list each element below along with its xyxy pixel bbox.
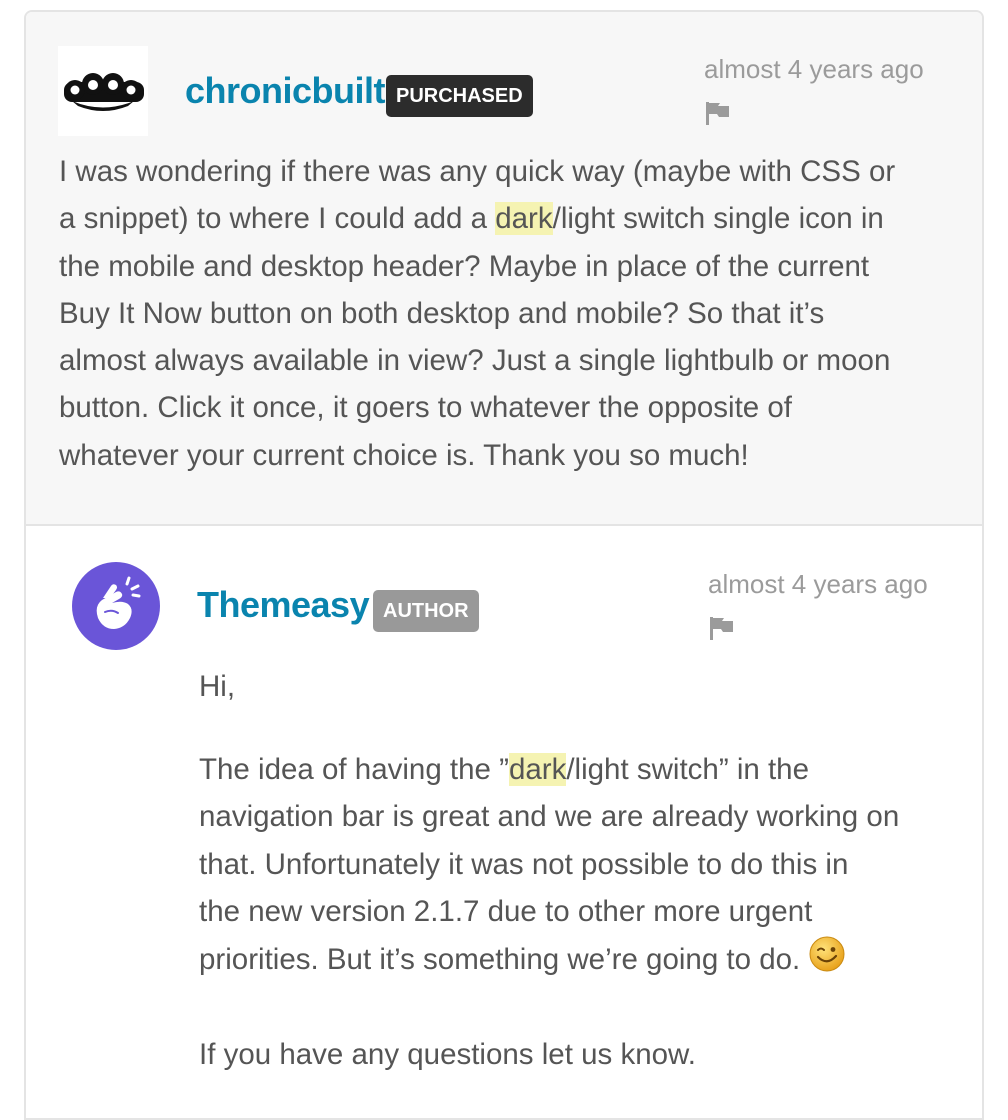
reply-body: If you have any questions let us know. xyxy=(199,1031,959,1078)
flag-icon[interactable] xyxy=(704,100,730,126)
body-line: /light switch” in the xyxy=(566,753,809,786)
body-line: Buy It Now button on both desktop and mo… xyxy=(59,296,825,330)
body-line: almost always available in view? Just a … xyxy=(59,344,891,378)
username[interactable]: Themeasy xyxy=(197,584,370,626)
body-line: /light switch single icon in xyxy=(552,202,884,236)
snapping-hand-icon xyxy=(96,576,141,629)
reply-item: Themeasy AUTHOR almost 4 years ago Hi, T… xyxy=(26,526,982,1118)
body-line: I was wondering if there was any quick w… xyxy=(59,155,896,188)
reply-body: Hi, xyxy=(199,663,959,710)
author-badge: AUTHOR xyxy=(373,590,479,632)
body-line: The idea of having the ” xyxy=(199,753,509,786)
body-line: button. Click it once, it goers to whate… xyxy=(59,391,792,425)
comment-body: I was wondering if there was any quick w… xyxy=(59,148,979,479)
body-line: priorities. But it’s something we’re goi… xyxy=(199,943,809,977)
reply-closing: If you have any questions let us know. xyxy=(199,1038,696,1071)
body-line: that. Unfortunately it was not possible … xyxy=(199,847,849,881)
reply-greeting: Hi, xyxy=(199,670,236,703)
username[interactable]: chronicbuilt xyxy=(185,70,386,112)
comment-timestamp[interactable]: almost 4 years ago xyxy=(708,569,928,600)
avatar[interactable] xyxy=(58,46,148,136)
brass-knuckles-icon xyxy=(64,73,144,111)
reply-body: The idea of having the ”dark/light switc… xyxy=(199,746,959,983)
body-line: whatever your current choice is. Thank y… xyxy=(59,438,749,472)
search-highlight: dark xyxy=(508,753,567,786)
avatar[interactable] xyxy=(72,562,160,650)
body-line: navigation bar is great and we are alrea… xyxy=(199,800,900,834)
search-highlight: dark xyxy=(495,202,553,236)
flag-icon[interactable] xyxy=(708,615,734,641)
winking-smiley-icon xyxy=(809,936,845,972)
body-line: a snippet) to where I could add a xyxy=(59,202,496,236)
comment-item: chronicbuilt PURCHASED almost 4 years ag… xyxy=(26,12,982,526)
body-line: the mobile and desktop header? Maybe in … xyxy=(59,249,870,283)
purchased-badge: PURCHASED xyxy=(386,75,533,117)
body-line: the new version 2.1.7 due to other more … xyxy=(199,894,813,928)
comment-timestamp[interactable]: almost 4 years ago xyxy=(704,54,924,85)
comment-thread: chronicbuilt PURCHASED almost 4 years ag… xyxy=(24,10,984,1120)
